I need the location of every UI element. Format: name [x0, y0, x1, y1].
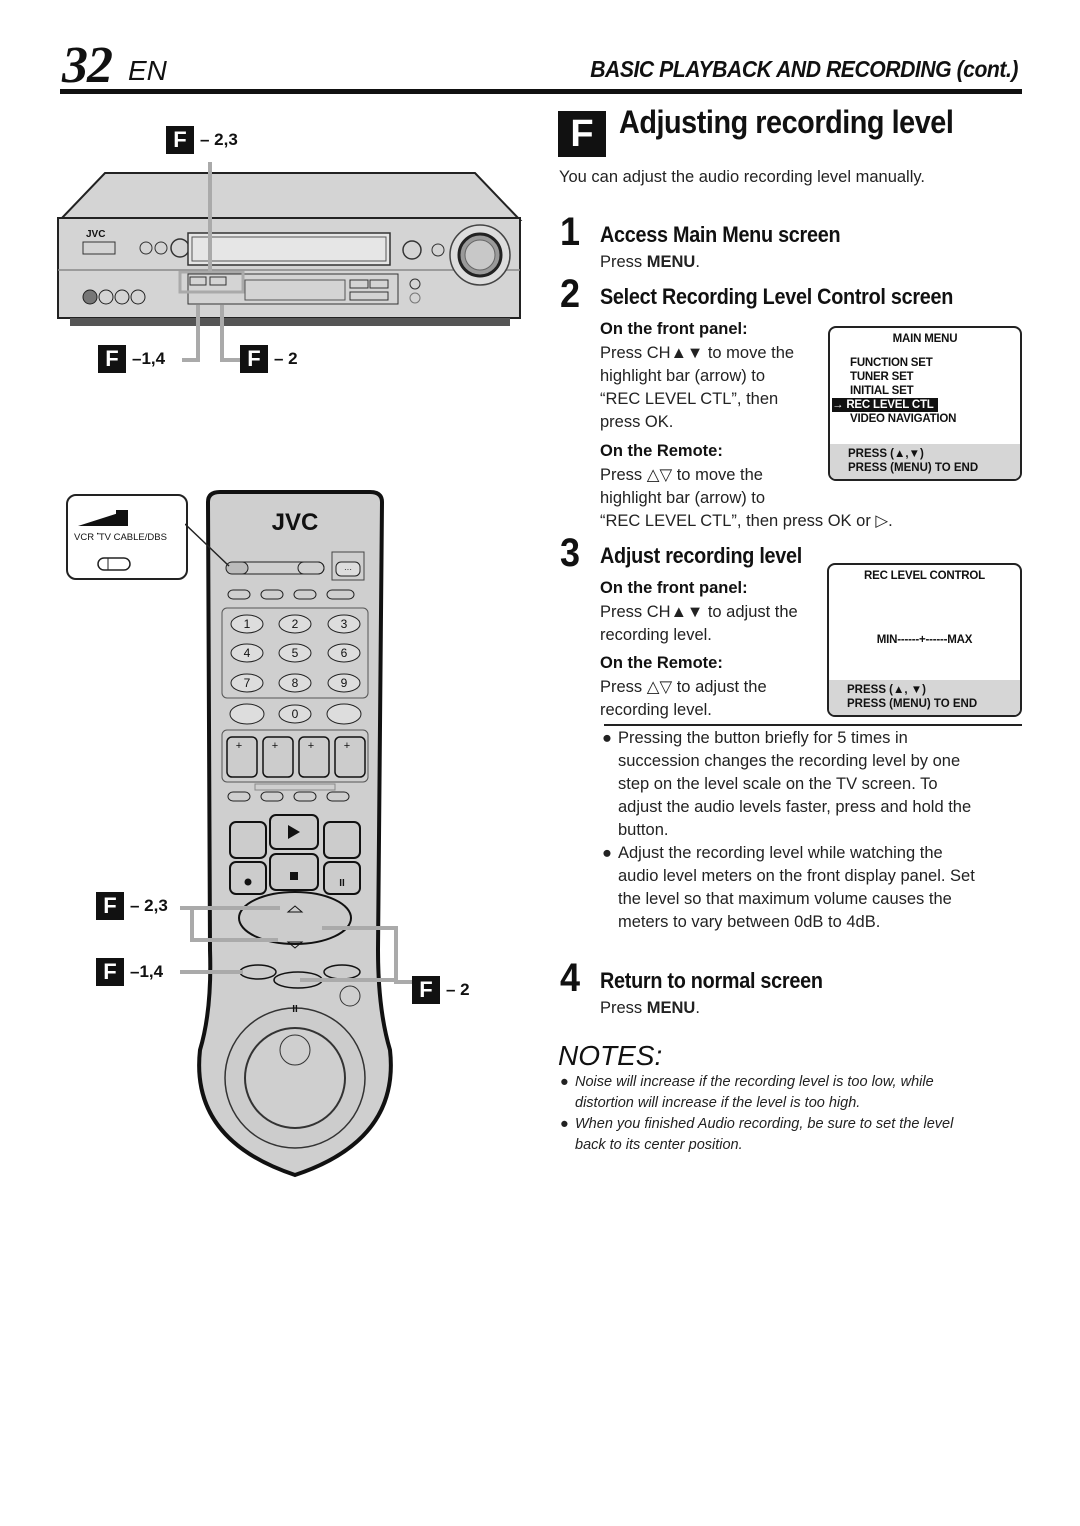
section-letter-badge: F [558, 111, 606, 157]
note-item: ● When you finished Audio recording, be … [560, 1116, 954, 1153]
osd-title: REC LEVEL CONTROL [864, 570, 985, 582]
switch-callout-inset: VCR •TV CABLE/DBS [66, 494, 188, 580]
bullet-icon: ● [602, 729, 612, 747]
level-scale: MIN------+------MAX [876, 634, 973, 646]
keypad-2: 2 [292, 617, 299, 631]
menu-item: INITIAL SET [850, 385, 914, 397]
notes-title: NOTES: [558, 1040, 663, 1071]
page-language: EN [128, 55, 167, 86]
callout-label: F – 2,3 [166, 126, 238, 154]
section-letter-badge: F [98, 345, 126, 373]
instruction-line: recording level. [600, 701, 712, 719]
section-letter-badge: F [412, 976, 440, 1004]
bullet-icon: ● [560, 1074, 569, 1090]
svg-text:+: + [344, 740, 350, 752]
keypad-4: 4 [244, 646, 251, 660]
record-icon [244, 878, 252, 886]
svg-text:+: + [272, 740, 278, 752]
keypad-9: 9 [341, 676, 348, 690]
instruction-line: press OK. [600, 413, 674, 431]
osd-footer: PRESS (▲, ▼) PRESS (MENU) TO END [829, 680, 1020, 715]
bullet-item: ● Adjust the recording level while watch… [602, 844, 975, 931]
step-text: Press MENU. [600, 253, 700, 271]
callout-label: F – 2,3 [96, 892, 168, 920]
section-title: BASIC PLAYBACK AND RECORDING (cont.) [590, 56, 1018, 82]
svg-text:···: ··· [344, 565, 352, 574]
osd-main-menu: MAIN MENU FUNCTION SET TUNER SET INITIAL… [828, 326, 1022, 481]
osd-footer: PRESS (▲,▼) PRESS (MENU) TO END [830, 444, 1020, 479]
instruction-line: Press CH▲▼ to move the [600, 344, 795, 362]
instruction-line: recording level. [600, 626, 712, 644]
divider [604, 724, 1022, 726]
keypad-3: 3 [341, 617, 348, 631]
pause-icon: II [339, 878, 345, 889]
section-letter-badge: F [96, 892, 124, 920]
step-title: Adjust recording level [600, 543, 803, 568]
stop-icon [290, 872, 298, 880]
bullet-item: ● Pressing the button briefly for 5 time… [602, 729, 972, 839]
bullet-icon: ● [560, 1116, 569, 1132]
arrow-right-icon: → [832, 399, 844, 411]
keypad-7: 7 [244, 676, 251, 690]
svg-text:II: II [292, 1004, 298, 1015]
remote-brand-logo: JVC [272, 509, 319, 536]
callout-label: F – 2 [412, 976, 470, 1004]
instruction-line: Press △▽ to adjust the [600, 678, 767, 696]
section-letter-badge: F [166, 126, 194, 154]
callout-pointer [185, 523, 230, 567]
header-rule [60, 89, 1022, 94]
remote-label: On the Remote: [600, 654, 723, 672]
section-letter-badge: F [96, 958, 124, 986]
step-number: 3 [560, 531, 581, 575]
page-number: 32 [62, 37, 113, 94]
bullet-icon: ● [602, 844, 612, 862]
section-heading: Adjusting recording level [619, 104, 954, 140]
vcr-illustration: JVC [57, 162, 523, 362]
front-panel-instructions: Press CH▲▼ to move the highlight bar (ar… [600, 342, 794, 434]
step-number: 4 [560, 956, 581, 1000]
menu-item: TUNER SET [850, 371, 914, 383]
section-letter-badge: F [240, 345, 268, 373]
step-text: Press MENU. [600, 999, 700, 1017]
keypad-6: 6 [341, 646, 348, 660]
remote-instructions: Press △▽ to adjust the recording level. [600, 676, 767, 722]
vcr-brand-logo: JVC [86, 229, 105, 240]
remote-control-illustration: JVC ··· 1 2 3 4 5 6 7 8 9 0 + + + + II I… [180, 490, 420, 1178]
osd-title: MAIN MENU [892, 333, 958, 345]
switch-labels: VCR •TV CABLE/DBS [74, 532, 167, 544]
step-number: 2 [560, 272, 581, 316]
callout-label: F – 2 [240, 345, 298, 373]
menu-item: FUNCTION SET [850, 357, 933, 369]
step-number: 1 [560, 210, 581, 254]
keypad-1: 1 [244, 617, 251, 631]
step-title: Select Recording Level Control screen [600, 284, 954, 309]
instruction-line: Press CH▲▼ to adjust the [600, 603, 798, 621]
step-title: Return to normal screen [600, 968, 823, 993]
menu-item: VIDEO NAVIGATION [850, 413, 957, 425]
front-panel-label: On the front panel: [600, 579, 748, 597]
instruction-line: highlight bar (arrow) to [600, 367, 766, 385]
osd-rec-level-control: REC LEVEL CONTROL MIN------+------MAX PR… [827, 563, 1022, 717]
instruction-line: “REC LEVEL CTL”, then [600, 390, 779, 408]
keypad-8: 8 [292, 676, 299, 690]
callout-label: F –1,4 [96, 958, 163, 986]
instruction-line: “REC LEVEL CTL”, then press OK or ▷. [600, 512, 893, 530]
front-panel-label: On the front panel: [600, 320, 748, 338]
section-intro: You can adjust the audio recording level… [559, 168, 925, 186]
instruction-line: highlight bar (arrow) to [600, 489, 766, 507]
front-panel-instructions: Press CH▲▼ to adjust the recording level… [600, 601, 798, 647]
svg-text:+: + [236, 740, 242, 752]
keypad-5: 5 [292, 646, 299, 660]
menu-item-selected: → REC LEVEL CTL [830, 398, 1020, 412]
svg-text:+: + [308, 740, 314, 752]
callout-label: F –1,4 [98, 345, 165, 373]
remote-label: On the Remote: [600, 442, 723, 460]
note-item: ● Noise will increase if the recording l… [560, 1074, 934, 1111]
step-title: Access Main Menu screen [600, 222, 841, 247]
keypad-0: 0 [292, 707, 299, 721]
